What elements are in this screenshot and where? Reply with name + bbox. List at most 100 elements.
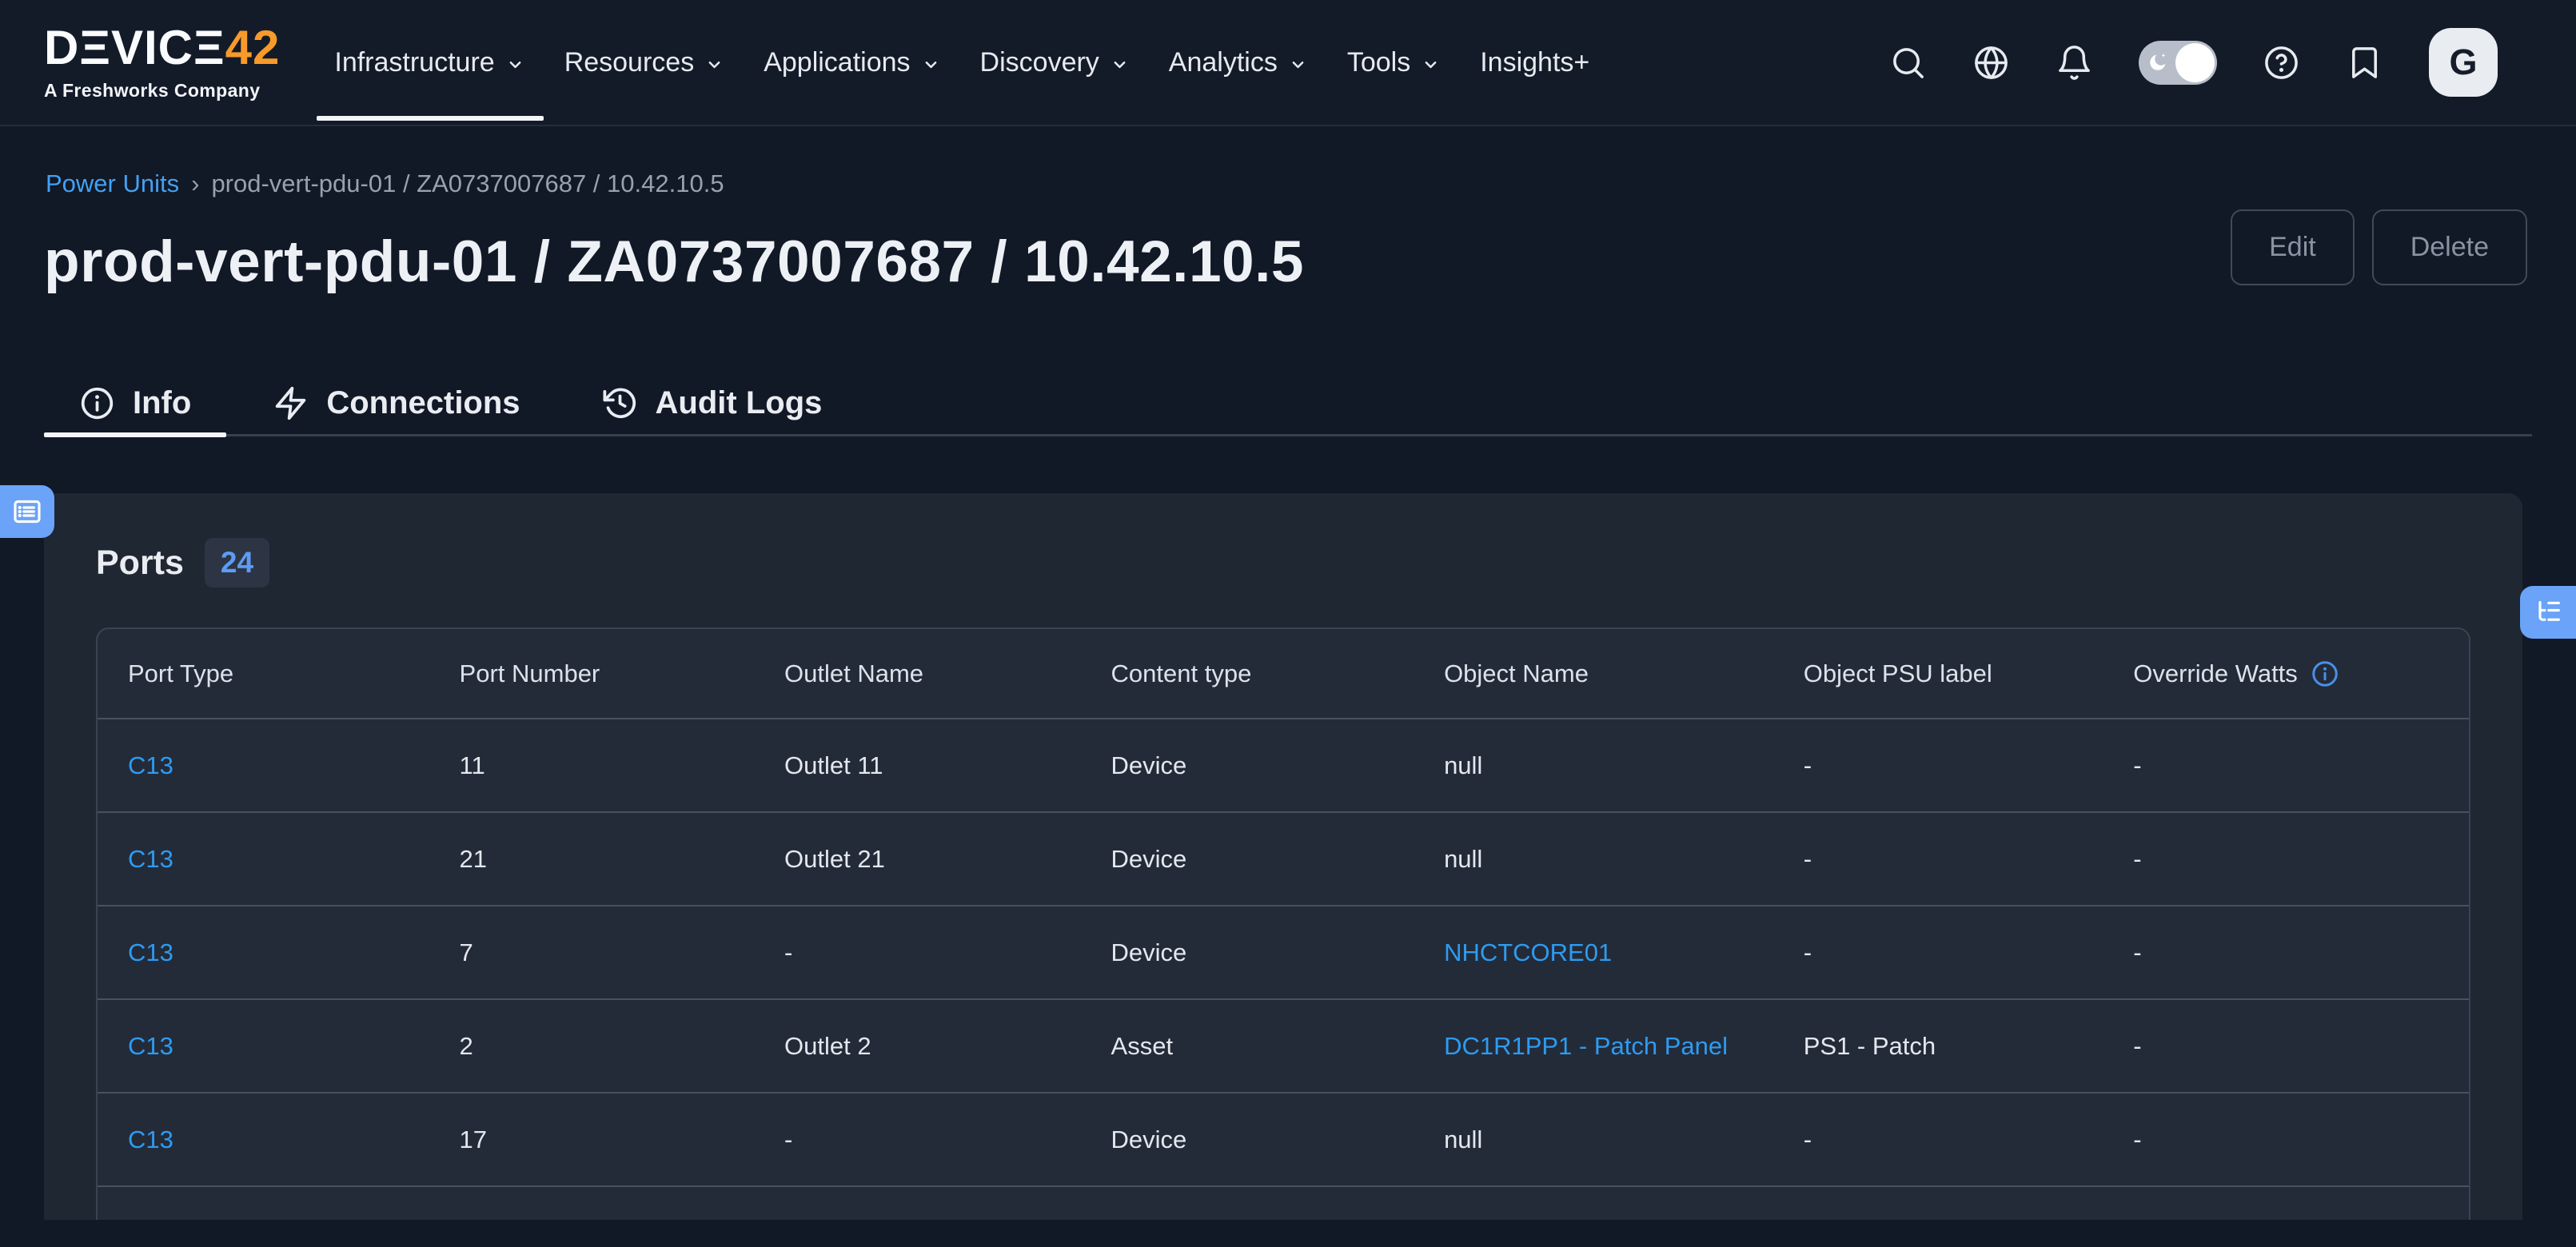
content-type-cell: Asset <box>1081 999 1414 1093</box>
object-psu-label-cell: - <box>1773 906 2103 999</box>
top-navigation: DΞVICΞ42 A Freshworks Company Infrastruc… <box>0 0 2576 126</box>
info-circle-icon[interactable] <box>2311 659 2339 688</box>
table-row: C13 17 - Device null - - <box>98 1093 2469 1186</box>
chevron-down-icon <box>1109 54 1130 75</box>
object-psu-label-cell: - <box>1773 1093 2103 1186</box>
col-outlet-name: Outlet Name <box>754 629 1081 719</box>
object-psu-label-cell: PS1 - Patch <box>1773 999 2103 1093</box>
right-panel-toggle[interactable] <box>2520 586 2576 639</box>
object-psu-label-cell: - <box>1773 719 2103 812</box>
left-panel-toggle[interactable] <box>0 485 54 538</box>
search-icon[interactable] <box>1889 44 1927 82</box>
port-type-link[interactable]: C13 <box>128 1125 173 1153</box>
list-panel-icon <box>11 496 43 528</box>
port-type-link[interactable]: C13 <box>128 751 173 779</box>
dark-mode-toggle[interactable] <box>2139 41 2217 85</box>
tree-panel-icon <box>2532 596 2564 628</box>
breadcrumb: Power Units › prod-vert-pdu-01 / ZA07370… <box>46 169 724 198</box>
chevron-down-icon <box>920 54 942 75</box>
ports-card: Ports 24 Port Type Port Number Outlet Na… <box>44 493 2522 1220</box>
port-number-cell: 17 <box>429 1093 755 1186</box>
page: DΞVICΞ42 A Freshworks Company Infrastruc… <box>0 0 2576 1247</box>
nav-right-controls: G <box>1889 28 2576 97</box>
header-actions: Edit Delete <box>2231 209 2527 285</box>
port-type-link[interactable]: C13 <box>128 938 173 966</box>
nav-item-insights-plus[interactable]: Insights+ <box>1461 0 1609 125</box>
content-type-cell: Device <box>1081 906 1414 999</box>
toggle-knob <box>2175 43 2215 82</box>
override-watts-cell: - <box>2103 719 2469 812</box>
object-name-cell[interactable]: NHCTCORE01 <box>1444 938 1612 966</box>
object-psu-label-cell: - <box>1773 812 2103 906</box>
nav-item-analytics[interactable]: Analytics <box>1150 0 1328 125</box>
delete-button[interactable]: Delete <box>2372 209 2527 285</box>
tab-connections[interactable]: Connections <box>237 373 555 434</box>
nav-item-infrastructure[interactable]: Infrastructure <box>315 0 544 125</box>
override-watts-cell: - <box>2103 999 2469 1093</box>
main-menu: Infrastructure Resources Applications Di… <box>315 0 1609 125</box>
port-number-cell: 11 <box>429 719 755 812</box>
lightning-icon <box>273 385 309 421</box>
outlet-name-cell: Outlet 2 <box>754 999 1081 1093</box>
help-icon[interactable] <box>2263 44 2300 82</box>
col-port-number: Port Number <box>429 629 755 719</box>
device42-logo-text: DΞVICΞ42 <box>44 24 280 72</box>
nav-item-tools[interactable]: Tools <box>1328 0 1461 125</box>
port-type-link[interactable]: C13 <box>128 1032 173 1060</box>
outlet-name-cell: - <box>754 906 1081 999</box>
page-title: prod-vert-pdu-01 / ZA0737007687 / 10.42.… <box>44 229 1304 295</box>
port-type-link[interactable]: C13 <box>128 845 173 873</box>
breadcrumb-power-units-link[interactable]: Power Units <box>46 169 179 198</box>
outlet-name-cell: - <box>754 1093 1081 1186</box>
override-watts-cell: - <box>2103 1093 2469 1186</box>
nav-item-discovery[interactable]: Discovery <box>961 0 1150 125</box>
object-name-cell: null <box>1444 751 1482 779</box>
table-row: C13 7 - Device NHCTCORE01 - - <box>98 906 2469 999</box>
col-override-watts: Override Watts <box>2103 629 2469 719</box>
outlet-name-cell: Outlet 11 <box>754 719 1081 812</box>
nav-item-applications[interactable]: Applications <box>744 0 960 125</box>
chevron-down-icon <box>704 54 725 75</box>
ports-title: Ports <box>96 544 184 583</box>
content-type-cell: Device <box>1081 812 1414 906</box>
nav-item-resources[interactable]: Resources <box>545 0 745 125</box>
ports-table: Port Type Port Number Outlet Name Conten… <box>96 627 2470 1220</box>
content-type-cell: Device <box>1081 1093 1414 1186</box>
object-name-cell: null <box>1444 1125 1482 1153</box>
outlet-name-cell: Outlet 21 <box>754 812 1081 906</box>
override-watts-cell: - <box>2103 906 2469 999</box>
globe-icon[interactable] <box>1972 44 2010 82</box>
bell-icon[interactable] <box>2056 44 2093 82</box>
table-row: C13 2 Outlet 2 Asset DC1R1PP1 - Patch Pa… <box>98 999 2469 1093</box>
chevron-down-icon <box>1420 54 1442 75</box>
content-type-cell: Device <box>1081 719 1414 812</box>
bookmark-icon[interactable] <box>2346 44 2383 82</box>
table-row: C13 11 Outlet 11 Device null - - <box>98 719 2469 812</box>
device42-logo[interactable]: DΞVICΞ42 A Freshworks Company <box>44 24 280 102</box>
user-avatar[interactable]: G <box>2429 28 2498 97</box>
object-name-cell[interactable]: DC1R1PP1 - Patch Panel <box>1444 1032 1728 1060</box>
col-content-type: Content type <box>1081 629 1414 719</box>
ports-count-badge: 24 <box>205 538 269 588</box>
col-port-type: Port Type <box>98 629 429 719</box>
breadcrumb-separator: › <box>191 169 199 198</box>
freshworks-subtitle: A Freshworks Company <box>44 80 280 102</box>
table-row: C13 21 Outlet 21 Device null - - <box>98 812 2469 906</box>
tab-info[interactable]: Info <box>44 373 226 434</box>
partial-row <box>98 1186 2469 1220</box>
override-watts-cell: - <box>2103 812 2469 906</box>
port-number-cell: 21 <box>429 812 755 906</box>
object-name-cell: null <box>1444 845 1482 873</box>
breadcrumb-current: prod-vert-pdu-01 / ZA0737007687 / 10.42.… <box>211 169 724 198</box>
moon-icon <box>2145 50 2171 75</box>
port-number-cell: 2 <box>429 999 755 1093</box>
edit-button[interactable]: Edit <box>2231 209 2355 285</box>
history-icon <box>602 385 638 421</box>
info-icon <box>79 385 115 421</box>
detail-tabs: Info Connections Audit Logs <box>44 373 2532 436</box>
ports-header: Ports 24 <box>96 538 2522 588</box>
table-header-row: Port Type Port Number Outlet Name Conten… <box>98 629 2469 719</box>
col-object-psu-label: Object PSU label <box>1773 629 2103 719</box>
tab-audit-logs[interactable]: Audit Logs <box>567 373 858 434</box>
chevron-down-icon <box>1287 54 1309 75</box>
